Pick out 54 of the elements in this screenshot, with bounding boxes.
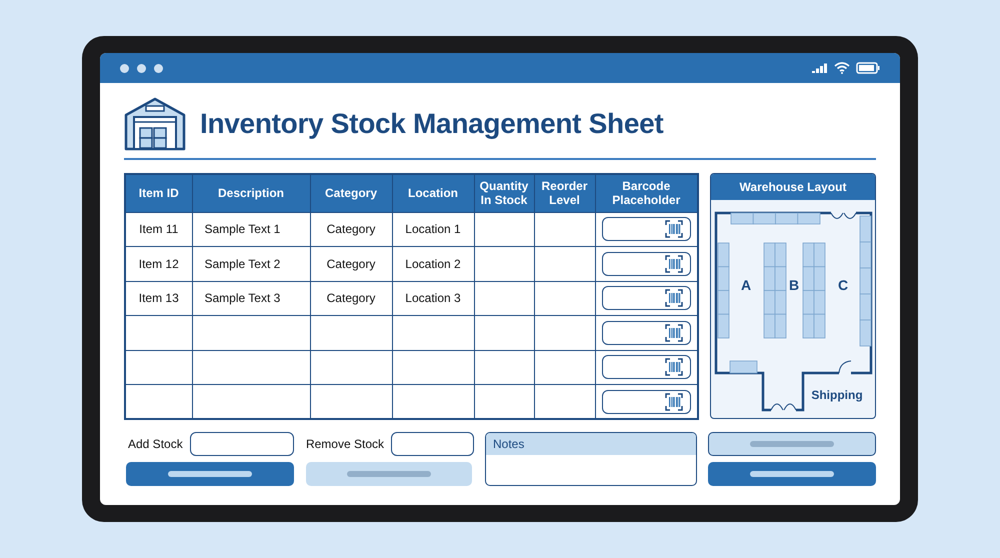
warehouse-icon — [124, 97, 186, 151]
table-cell: Location 3 — [392, 281, 474, 316]
page-title: Inventory Stock Management Sheet — [200, 107, 664, 141]
barcode-icon — [665, 220, 683, 238]
table-cell — [474, 212, 534, 246]
column-header: Item ID — [125, 174, 192, 212]
barcode-field[interactable] — [602, 320, 691, 345]
table-cell — [474, 281, 534, 316]
barcode-icon — [665, 324, 683, 342]
input-field[interactable] — [391, 432, 474, 456]
table-cell: Item 12 — [125, 246, 192, 281]
barcode-field[interactable] — [602, 217, 691, 242]
barcode-icon — [665, 392, 683, 410]
battery-icon — [856, 62, 880, 74]
column-header: Quantity In Stock — [474, 174, 534, 212]
field-label: Remove Stock — [306, 436, 384, 453]
table-cell: Sample Text 1 — [192, 212, 310, 246]
table-cell: Sample Text 3 — [192, 281, 310, 316]
barcode-icon — [665, 358, 683, 376]
action-button[interactable] — [126, 462, 294, 486]
barcode-icon — [665, 289, 683, 308]
action-button[interactable] — [708, 462, 876, 486]
input-field[interactable] — [190, 432, 294, 456]
barcode-field[interactable] — [602, 390, 691, 414]
action-button[interactable] — [708, 432, 876, 456]
table-cell: Location 1 — [392, 212, 474, 246]
column-header: Category — [310, 174, 392, 212]
table-cell: Location 2 — [392, 246, 474, 281]
zone-label: A — [740, 277, 752, 293]
signal-icon — [812, 63, 828, 73]
column-header: Description — [192, 174, 310, 212]
table-cell: Category — [310, 246, 392, 281]
notes-label: Notes — [486, 433, 696, 455]
area-label: Shipping — [811, 388, 863, 402]
table-cell: Item 13 — [125, 281, 192, 316]
barcode-field[interactable] — [602, 252, 691, 276]
barcode-field[interactable] — [602, 286, 691, 310]
table-cell: Sample Text 2 — [192, 246, 310, 281]
table-cell — [474, 350, 534, 384]
column-header: Reorder Level — [534, 174, 595, 212]
barcode-icon — [665, 254, 683, 273]
field-label: Add Stock — [128, 436, 183, 453]
table-cell — [474, 246, 534, 281]
zone-label: C — [838, 277, 848, 293]
panel-title: Warehouse Layout — [711, 174, 875, 200]
barcode-field[interactable] — [602, 355, 691, 380]
table-cell: Category — [310, 281, 392, 316]
wifi-icon — [834, 62, 850, 74]
column-header: Location — [392, 174, 474, 212]
table-cell: Category — [310, 212, 392, 246]
zone-label: B — [788, 277, 800, 293]
notes-field[interactable]: Notes — [485, 432, 697, 486]
table-cell — [474, 316, 534, 350]
table-cell: Item 11 — [125, 212, 192, 246]
